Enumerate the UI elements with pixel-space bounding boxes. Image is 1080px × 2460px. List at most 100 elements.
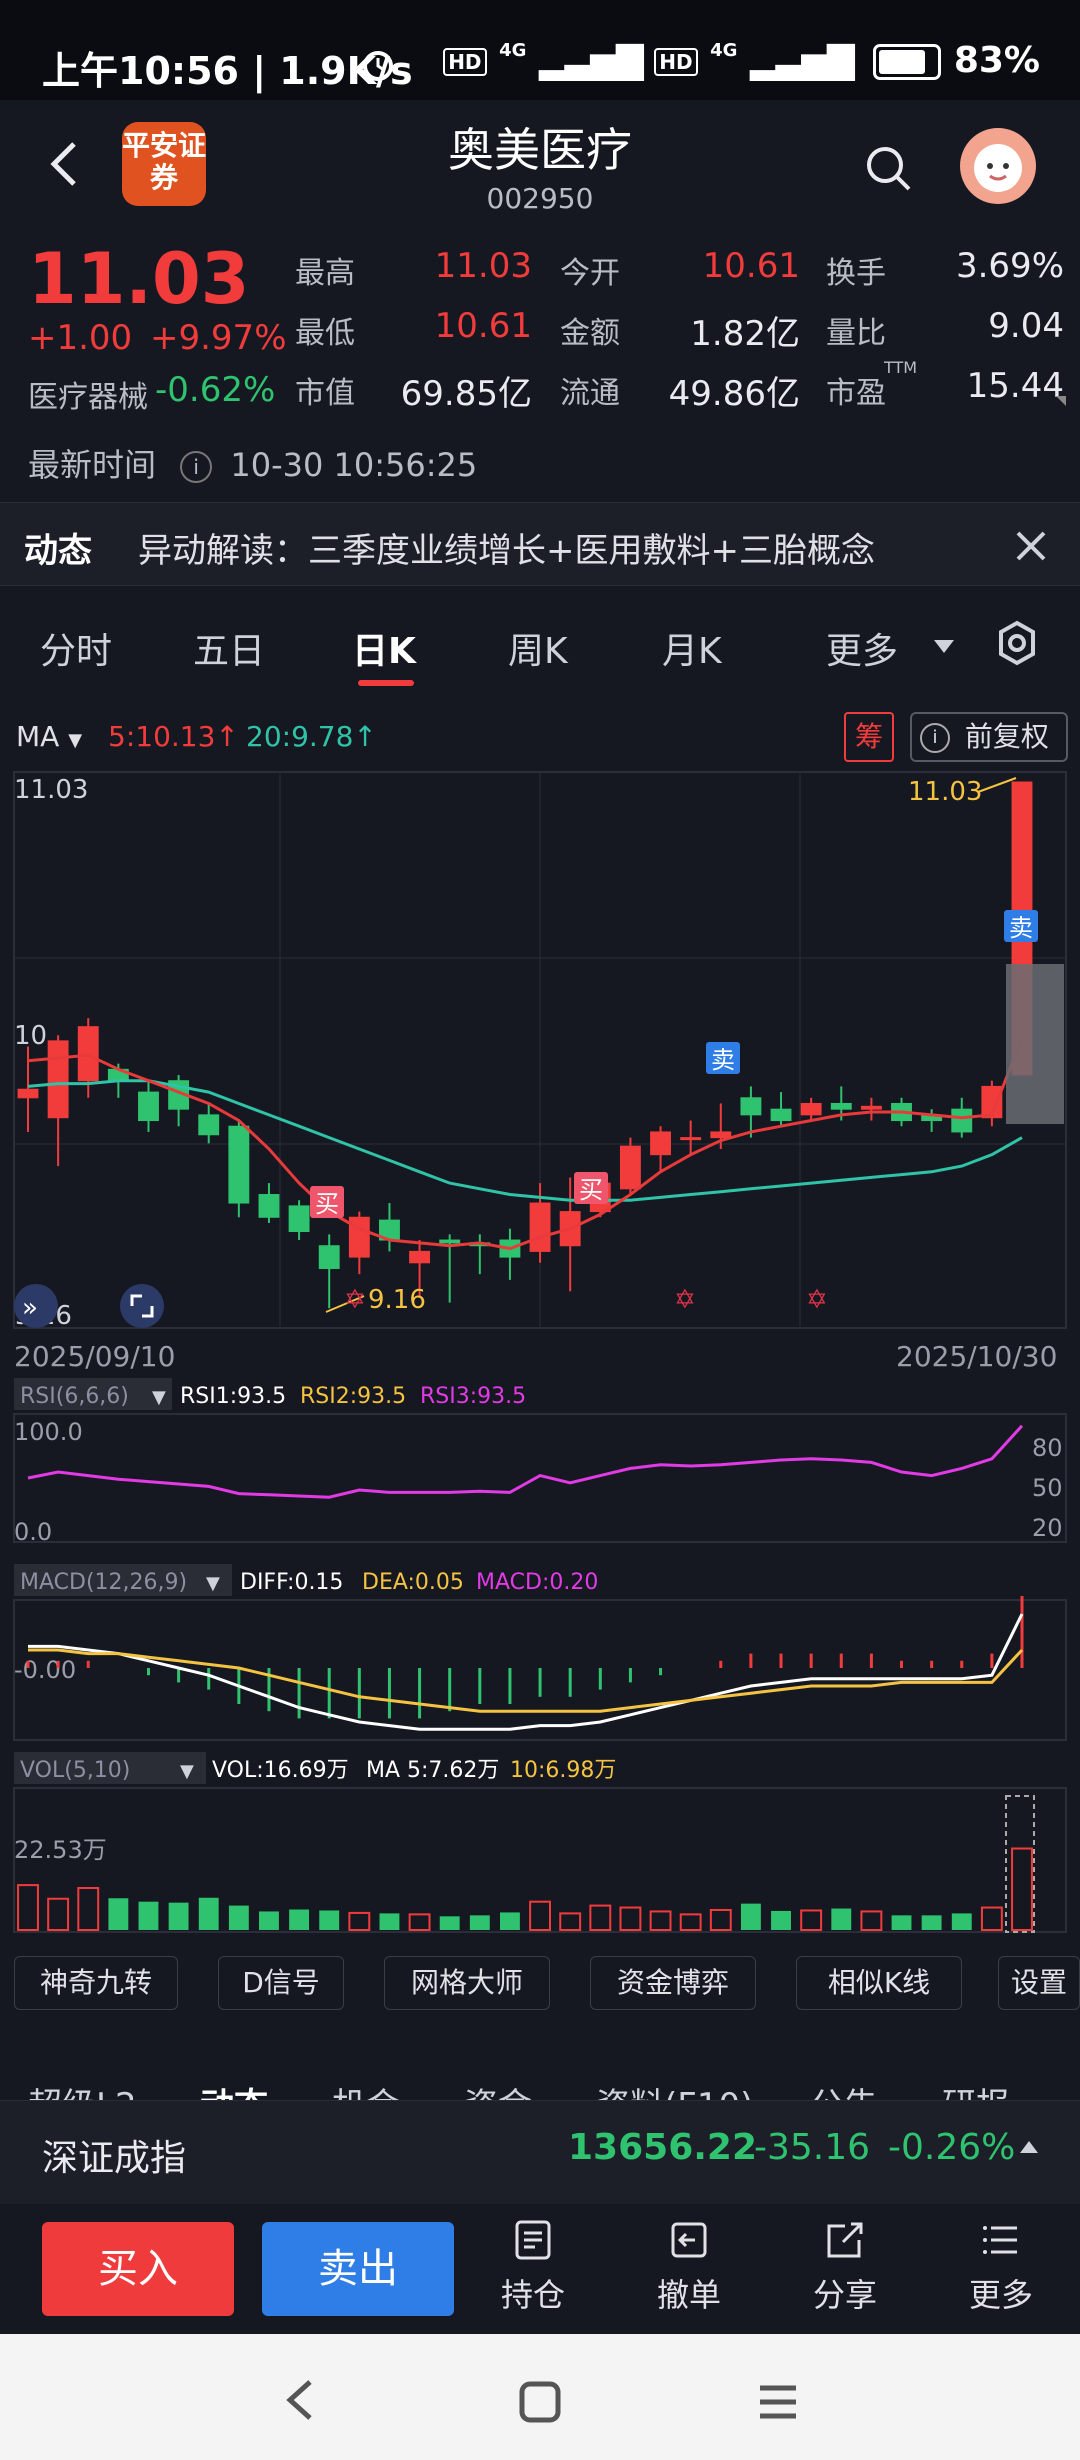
rsi-frame [13, 1413, 1067, 1543]
current-price: 11.03 [28, 238, 250, 320]
volume-bar [469, 1915, 490, 1930]
gear-icon[interactable] [994, 620, 1040, 666]
volume-bar [860, 1910, 883, 1931]
more-label: 更多 [968, 2276, 1033, 2314]
tab-weekly-k[interactable]: 周K [508, 622, 568, 674]
volume-bar [228, 1905, 249, 1930]
cancel-order-button[interactable]: 撤单 [634, 2218, 744, 2316]
share-button[interactable]: 分享 [790, 2218, 900, 2316]
chevron-down-icon: ▼ [206, 1573, 220, 1594]
tab-more[interactable]: 更多 [826, 622, 898, 674]
candle-body [409, 1250, 431, 1264]
chip-button[interactable]: 筹 [844, 712, 894, 762]
subtab-l2[interactable]: 超级L2 [28, 2078, 137, 2100]
info-icon: i [920, 723, 950, 753]
subtab-capital[interactable]: 资金 [464, 2078, 532, 2100]
tool-button-settings[interactable]: 设置 [998, 1956, 1080, 2010]
tool-button-fund[interactable]: 资金博弈 [590, 1956, 756, 2010]
field-value: 69.85亿 [400, 374, 532, 414]
chevron-up-icon[interactable] [1020, 2141, 1038, 2153]
tool-button-similar-k[interactable]: 相似K线 [796, 1956, 962, 2010]
signal-icon: ▂▃▅▇ [749, 40, 855, 81]
more-button[interactable]: 更多 [946, 2218, 1056, 2316]
volume-bar [891, 1915, 912, 1930]
search-icon[interactable] [864, 144, 912, 192]
corner-expand-icon[interactable] [1056, 396, 1066, 406]
volume-bar [77, 1887, 100, 1932]
volume-bar [951, 1913, 972, 1930]
field-label: 金额 [560, 316, 620, 351]
quote-panel: 11.03 +1.00 +9.97% 医疗器械 -0.62% 最高 11.03 … [0, 232, 1080, 502]
candle-body [288, 1205, 310, 1232]
field-value: 49.86亿 [668, 374, 800, 414]
tab-daily-k[interactable]: 日K [352, 622, 416, 674]
tool-button-d-signal[interactable]: D信号 [218, 1956, 344, 2010]
kline-chart-area[interactable]: MA ▼ 5:10.13↑ 20:9.78↑ 筹 i 前复权 11.03 10 … [0, 700, 1080, 1960]
subtab-f10[interactable]: 资料(F10) [596, 2078, 753, 2100]
ma-selector[interactable]: MA ▼ [16, 720, 82, 753]
news-banner[interactable]: 动态 异动解读：三季度业绩增长+医用敷料+三胎概念 [0, 502, 1080, 586]
candle-body [619, 1145, 641, 1190]
sell-signal-label: 卖 [711, 1046, 735, 1074]
close-icon[interactable] [1014, 529, 1048, 563]
star-marker: ✡ [806, 1285, 828, 1315]
index-value: 13656.22 [568, 2127, 758, 2168]
tool-button-grid[interactable]: 网格大师 [384, 1956, 550, 2010]
candle-body [800, 1102, 822, 1116]
positions-label: 持仓 [500, 2276, 565, 2314]
star-marker: ✡ [344, 1285, 366, 1315]
tab-intraday[interactable]: 分时 [40, 622, 112, 674]
high-pointer [977, 777, 1017, 793]
rsi-tick-80: 80 [1032, 1434, 1063, 1462]
chevron-down-icon: ▼ [152, 1387, 166, 1408]
star-marker: ✡ [674, 1285, 696, 1315]
battery-icon [873, 44, 942, 80]
index-change: -35.16 [754, 2127, 871, 2168]
volume-bar [348, 1911, 371, 1931]
subtab-opportunity[interactable]: 机会 [332, 2078, 400, 2100]
volume-bar [259, 1911, 279, 1930]
tab-5day[interactable]: 五日 [193, 622, 265, 674]
buy-button[interactable]: 买入 [42, 2222, 234, 2316]
index-ticker[interactable]: 深证成指 13656.22 -35.16 -0.26% [0, 2100, 1080, 2205]
volume-bar [499, 1912, 520, 1930]
subtab-announcement[interactable]: 公告 [810, 2078, 878, 2100]
ma20-legend: 20:9.78↑ [246, 720, 377, 753]
price-change-pct: +9.97% [150, 318, 287, 358]
sell-button[interactable]: 卖出 [262, 2222, 454, 2316]
adjust-button[interactable]: i 前复权 [910, 712, 1068, 762]
volume-bar [408, 1913, 431, 1931]
dea-value: DEA:0.05 [362, 1570, 464, 1595]
field-value: 10.61 [702, 246, 800, 286]
hd-badge: HD [654, 48, 698, 76]
chevron-down-icon: ▼ [68, 730, 83, 751]
trade-bar: 买入 卖出 持仓 撤单 分享 更多 [0, 2204, 1080, 2334]
fullscreen-icon[interactable] [120, 1284, 164, 1328]
positions-button[interactable]: 持仓 [478, 2218, 588, 2316]
nav-back-icon[interactable] [282, 2378, 318, 2422]
field-label: 今开 [560, 256, 620, 291]
date-end: 2025/10/30 [896, 1340, 1057, 1373]
field-value: 1.82亿 [690, 314, 800, 354]
subtab-news[interactable]: 动态 [200, 2078, 268, 2100]
kline-svg[interactable]: 11.03 10 9.16 11.03 9.16 买 买 卖 卖 ✡ ✡ ✡ »… [0, 766, 1080, 1956]
info-icon[interactable]: i [180, 451, 213, 483]
battery-level: 83% [953, 40, 1040, 81]
nav-recents-icon[interactable] [756, 2380, 800, 2424]
sector-name: 医疗器械 [28, 380, 148, 415]
field-value: 10.61 [434, 306, 532, 346]
vol-ma10-value: 10:6.98万 [510, 1758, 616, 1783]
diff-value: DIFF:0.15 [240, 1570, 343, 1595]
user-avatar[interactable] [960, 128, 1036, 204]
volume-bar [619, 1906, 642, 1931]
field-value: 15.44 [966, 366, 1064, 406]
candle-body [318, 1245, 340, 1269]
candle-body [198, 1114, 220, 1136]
tab-monthly-k[interactable]: 月K [662, 622, 722, 674]
chevron-down-icon[interactable] [934, 640, 954, 653]
tool-button-nine[interactable]: 神奇九转 [14, 1956, 178, 2010]
latest-time-row: 最新时间 i 10-30 10:56:25 [28, 440, 477, 486]
candle-body [17, 1088, 39, 1099]
nav-home-icon[interactable] [518, 2380, 562, 2424]
subtab-research[interactable]: 研报 [942, 2078, 1010, 2100]
